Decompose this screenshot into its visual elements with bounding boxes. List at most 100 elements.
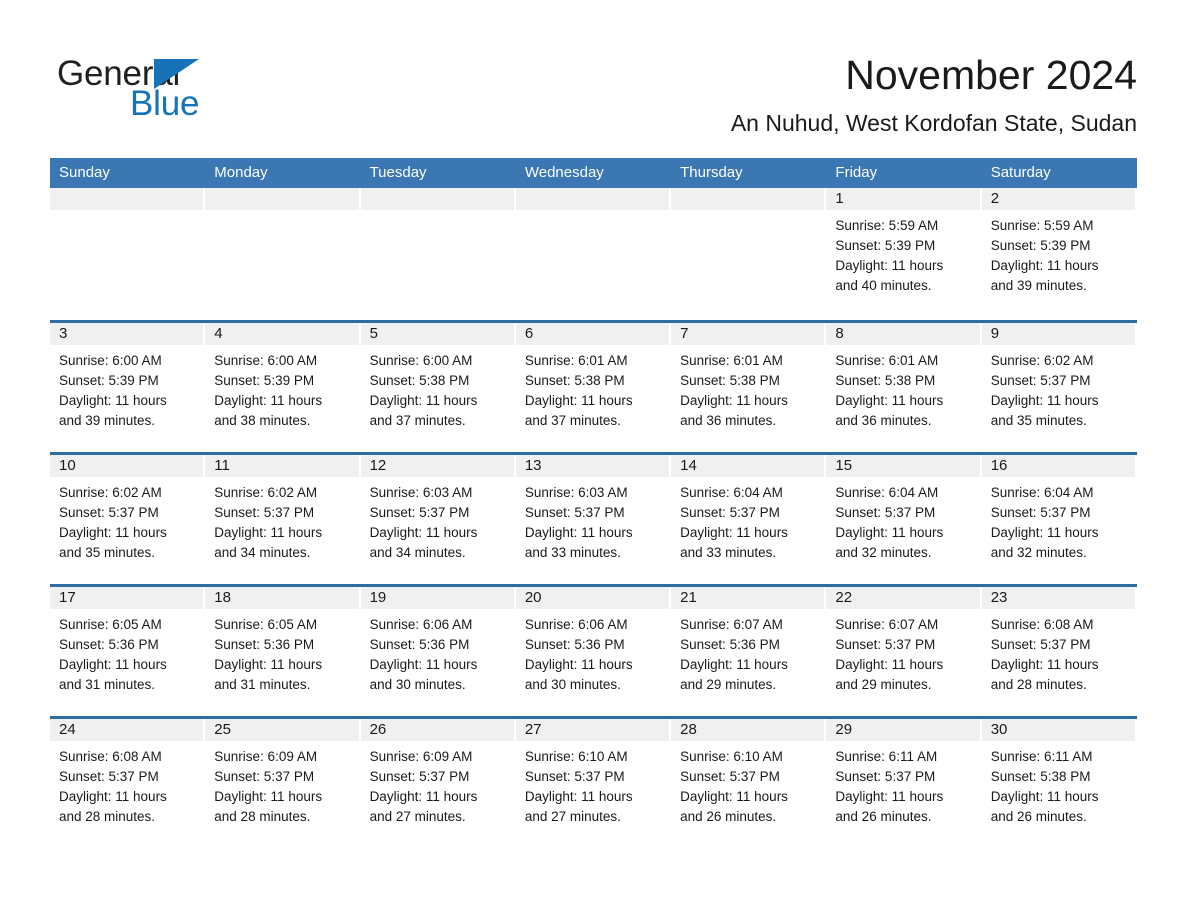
calendar-day-cell[interactable]: 28 Sunrise: 6:10 AM Sunset: 5:37 PM Dayligh…	[671, 719, 827, 848]
calendar-day-cell[interactable]: 19 Sunrise: 6:06 AM Sunset: 5:36 PM Dayligh…	[360, 587, 516, 716]
daylight-duration-line1: Daylight: 11 hours	[835, 657, 944, 672]
calendar-day-cell[interactable]: 27 Sunrise: 6:10 AM Sunset: 5:37 PM Dayligh…	[515, 719, 672, 848]
daylight-duration-line2: and 36 minutes.	[680, 413, 777, 428]
calendar-day-cell[interactable]: 16 Sunrise: 6:04 AM Sunset: 5:37 PM Dayligh…	[981, 455, 1137, 584]
daylight-duration-line2: and 28 minutes.	[59, 809, 156, 824]
daylight-duration-line2: and 34 minutes.	[214, 545, 311, 560]
sunrise-time: Sunrise: 6:06 AM	[524, 617, 628, 632]
calendar-page: General Blue November 2024 An Nuhud, Wes…	[0, 0, 1188, 918]
day-number-band: 20	[515, 587, 670, 609]
daylight-duration-line2: and 40 minutes.	[835, 278, 932, 293]
sunrise-time: Sunrise: 5:59 AM	[835, 218, 939, 233]
calendar-day-cell[interactable]: 8 Sunrise: 6:01 AM Sunset: 5:38 PM Daylight…	[826, 323, 982, 452]
day-sun-info: Sunrise: 6:04 AM Sunset: 5:37 PM Daylight:…	[826, 477, 981, 563]
sunset-time: Sunset: 5:37 PM	[369, 505, 470, 520]
sunset-time: Sunset: 5:36 PM	[524, 637, 625, 652]
daylight-duration-line1: Daylight: 11 hours	[214, 525, 323, 540]
day-number: 11	[214, 457, 230, 474]
daylight-duration-line2: and 30 minutes.	[524, 677, 621, 692]
calendar-day-cell[interactable]: 13 Sunrise: 6:03 AM Sunset: 5:37 PM Dayligh…	[515, 455, 672, 584]
weekday-header-sunday: Sunday	[59, 164, 110, 181]
calendar-day-cell[interactable]: 12 Sunrise: 6:03 AM Sunset: 5:37 PM Dayligh…	[360, 455, 516, 584]
calendar-day-cell[interactable]: 11 Sunrise: 6:02 AM Sunset: 5:37 PM Dayligh…	[205, 455, 361, 584]
calendar-day-cell[interactable]: 4 Sunrise: 6:00 AM Sunset: 5:39 PM Daylight…	[205, 323, 361, 452]
sunrise-time: Sunrise: 6:00 AM	[369, 353, 473, 368]
sunset-time: Sunset: 5:37 PM	[990, 637, 1091, 652]
day-number: 6	[524, 325, 534, 342]
calendar-day-cell[interactable]: 24 Sunrise: 6:08 AM Sunset: 5:37 PM Dayligh…	[50, 719, 206, 848]
day-number: 16	[990, 457, 1008, 474]
day-number-band: 5	[360, 323, 514, 345]
calendar-day-cell[interactable]: 29 Sunrise: 6:11 AM Sunset: 5:37 PM Dayligh…	[826, 719, 982, 848]
day-number-band: 3	[50, 323, 204, 345]
day-number: 7	[680, 325, 689, 342]
daylight-duration-line2: and 37 minutes.	[369, 413, 466, 428]
calendar-day-cell[interactable]: 6 Sunrise: 6:01 AM Sunset: 5:38 PM Daylight…	[515, 323, 672, 452]
day-sun-info: Sunrise: 6:00 AM Sunset: 5:38 PM Daylight:…	[361, 345, 516, 431]
day-sun-info: Sunrise: 6:08 AM Sunset: 5:37 PM Daylight:…	[982, 609, 1137, 695]
daylight-duration-line1: Daylight: 11 hours	[214, 789, 323, 804]
daylight-duration-line2: and 26 minutes.	[835, 809, 932, 824]
calendar-day-cell[interactable]: 25 Sunrise: 6:09 AM Sunset: 5:37 PM Dayligh…	[205, 719, 361, 848]
daylight-duration-line2: and 33 minutes.	[680, 545, 777, 560]
sunset-time: Sunset: 5:39 PM	[990, 238, 1091, 253]
daylight-duration-line1: Daylight: 11 hours	[680, 525, 788, 540]
daylight-duration-line1: Daylight: 11 hours	[524, 789, 633, 804]
day-number: 15	[835, 457, 853, 474]
general-blue-logo[interactable]: General Blue	[57, 54, 277, 124]
sunset-time: Sunset: 5:37 PM	[214, 769, 315, 784]
daylight-duration-line2: and 26 minutes.	[990, 809, 1087, 824]
day-sun-info: Sunrise: 6:10 AM Sunset: 5:37 PM Daylight:…	[671, 741, 826, 827]
calendar-day-cell[interactable]: 10 Sunrise: 6:02 AM Sunset: 5:37 PM Dayligh…	[50, 455, 206, 584]
calendar-day-cell[interactable]: 26 Sunrise: 6:09 AM Sunset: 5:37 PM Dayligh…	[360, 719, 516, 848]
day-number-band: 13	[515, 455, 670, 477]
sunset-time: Sunset: 5:37 PM	[524, 769, 625, 784]
calendar-day-cell[interactable]: 15 Sunrise: 6:04 AM Sunset: 5:37 PM Dayligh…	[826, 455, 982, 584]
daylight-duration-line2: and 39 minutes.	[990, 278, 1087, 293]
daylight-duration-line1: Daylight: 11 hours	[59, 525, 167, 540]
weekday-header-thursday: Thursday	[680, 164, 743, 181]
day-number: 18	[214, 589, 231, 606]
daylight-duration-line2: and 27 minutes.	[524, 809, 621, 824]
day-number-band: 12	[360, 455, 514, 477]
sunrise-time: Sunrise: 6:08 AM	[990, 617, 1094, 632]
day-number-band: 25	[205, 719, 359, 741]
day-number-band: 21	[671, 587, 825, 609]
calendar-day-cell[interactable]: 9 Sunrise: 6:02 AM Sunset: 5:37 PM Daylight…	[981, 323, 1137, 452]
sunrise-time: Sunrise: 6:11 AM	[835, 749, 938, 764]
day-number: 3	[59, 325, 68, 342]
day-number-band	[360, 188, 514, 210]
calendar-week-row: 10 Sunrise: 6:02 AM Sunset: 5:37 PM Dayligh…	[50, 452, 1137, 584]
calendar-day-cell-empty	[515, 188, 672, 320]
calendar-day-cell[interactable]: 23 Sunrise: 6:08 AM Sunset: 5:37 PM Dayligh…	[981, 587, 1137, 716]
sunrise-time: Sunrise: 6:08 AM	[59, 749, 162, 764]
day-number: 14	[680, 457, 697, 474]
sunrise-time: Sunrise: 6:10 AM	[680, 749, 783, 764]
calendar-day-cell[interactable]: 3 Sunrise: 6:00 AM Sunset: 5:39 PM Daylight…	[50, 323, 206, 452]
day-sun-info: Sunrise: 6:11 AM Sunset: 5:38 PM Daylight:…	[982, 741, 1137, 827]
daylight-duration-line2: and 31 minutes.	[214, 677, 311, 692]
calendar-day-cell[interactable]: 21 Sunrise: 6:07 AM Sunset: 5:36 PM Dayligh…	[671, 587, 827, 716]
calendar-weeks: 1 Sunrise: 5:59 AM Sunset: 5:39 PM Daylight…	[50, 188, 1137, 848]
daylight-duration-line2: and 31 minutes.	[59, 677, 156, 692]
daylight-duration-line1: Daylight: 11 hours	[835, 525, 944, 540]
calendar-day-cell[interactable]: 18 Sunrise: 6:05 AM Sunset: 5:36 PM Dayligh…	[205, 587, 361, 716]
calendar-day-cell[interactable]: 17 Sunrise: 6:05 AM Sunset: 5:36 PM Dayligh…	[50, 587, 206, 716]
calendar-day-cell[interactable]: 14 Sunrise: 6:04 AM Sunset: 5:37 PM Dayligh…	[671, 455, 827, 584]
sunset-time: Sunset: 5:37 PM	[369, 769, 470, 784]
calendar-day-cell[interactable]: 22 Sunrise: 6:07 AM Sunset: 5:37 PM Dayligh…	[826, 587, 982, 716]
day-sun-info: Sunrise: 6:00 AM Sunset: 5:39 PM Daylight:…	[50, 345, 205, 431]
calendar-day-cell-empty	[205, 188, 361, 320]
day-number-band	[515, 188, 670, 210]
daylight-duration-line2: and 28 minutes.	[990, 677, 1087, 692]
calendar-day-cell[interactable]: 7 Sunrise: 6:01 AM Sunset: 5:38 PM Daylight…	[671, 323, 827, 452]
calendar-day-cell[interactable]: 30 Sunrise: 6:11 AM Sunset: 5:38 PM Dayligh…	[981, 719, 1137, 848]
daylight-duration-line1: Daylight: 11 hours	[835, 258, 944, 273]
calendar-day-cell[interactable]: 2 Sunrise: 5:59 AM Sunset: 5:39 PM Daylight…	[981, 188, 1137, 320]
page-subtitle: An Nuhud, West Kordofan State, Sudan	[730, 110, 1137, 136]
calendar-day-cell[interactable]: 1 Sunrise: 5:59 AM Sunset: 5:39 PM Daylight…	[826, 188, 982, 320]
calendar-day-cell[interactable]: 20 Sunrise: 6:06 AM Sunset: 5:36 PM Dayligh…	[515, 587, 672, 716]
sunrise-time: Sunrise: 6:10 AM	[524, 749, 628, 764]
calendar-day-cell[interactable]: 5 Sunrise: 6:00 AM Sunset: 5:38 PM Daylight…	[360, 323, 516, 452]
sunset-time: Sunset: 5:38 PM	[680, 373, 780, 388]
